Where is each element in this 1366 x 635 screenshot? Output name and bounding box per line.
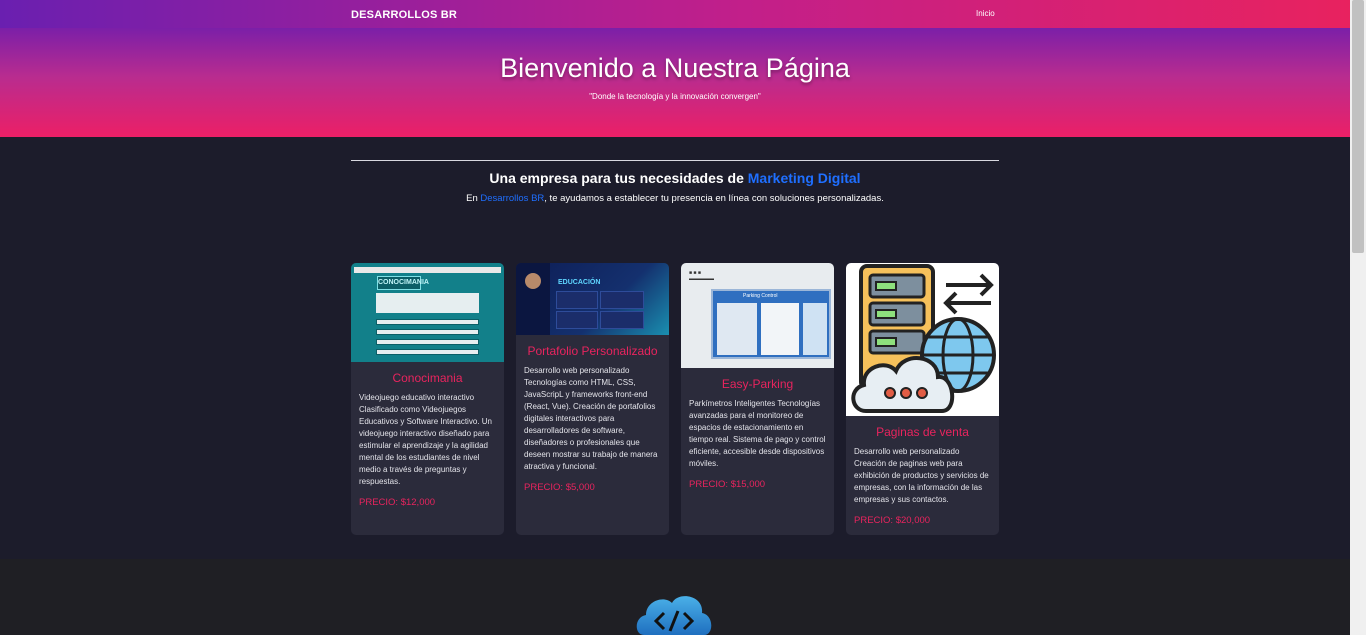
intro-heading: Una empresa para tus necesidades de Mark… — [351, 170, 999, 186]
card-price: PRECIO: $15,000 — [689, 479, 766, 490]
card-title: Portafolio Personalizado — [527, 344, 658, 358]
product-card-easy-parking[interactable]: ■ ■ ■ ▬▬▬▬▬ Parking Control Easy-Parking … — [681, 263, 834, 535]
game-logo-text: CONOCIMANIA — [377, 276, 429, 290]
intro-text-prefix: En — [466, 193, 481, 204]
card-description: Parkímetros Inteligentes Tecnologías ava… — [689, 399, 826, 468]
product-card-paginas-venta[interactable]: Paginas de venta Desarrollo web personal… — [846, 263, 999, 535]
card-price: PRECIO: $20,000 — [854, 515, 931, 526]
hero-title: Bienvenido a Nuestra Página — [500, 53, 850, 83]
game-screenshot-image: CONOCIMANIA — [351, 263, 504, 362]
intro-text-suffix: , te ayudamos a establecer tu presencia … — [544, 193, 884, 204]
parking-app-title: Parking Control — [743, 293, 778, 299]
intro-company-name: Desarrollos BR — [480, 193, 545, 204]
card-price: PRECIO: $5,000 — [524, 482, 595, 493]
portfolio-screenshot-image: EDUCACIÓN — [516, 263, 669, 335]
parking-screenshot-image: ■ ■ ■ ▬▬▬▬▬ Parking Control — [681, 263, 834, 368]
top-navbar: DESARROLLOS BR Inicio — [0, 0, 1350, 28]
card-title: Paginas de venta — [876, 425, 969, 439]
card-description: Videojuego educativo interactivo Clasifi… — [359, 393, 492, 486]
product-card-portafolio[interactable]: EDUCACIÓN Portafolio Personalizado Desar… — [516, 263, 669, 535]
intro-heading-text: Una empresa para tus necesidades de — [489, 170, 748, 186]
hero-subtitle: "Donde la tecnología y la innovación con… — [589, 92, 761, 101]
product-card-conocimania[interactable]: CONOCIMANIA Conocimania Videojuego educa… — [351, 263, 504, 535]
cloud-code-icon — [636, 596, 712, 635]
scrollbar-thumb[interactable] — [1352, 0, 1364, 253]
server-cloud-globe-icon — [846, 263, 999, 416]
hero-banner: Bienvenido a Nuestra Página "Donde la te… — [0, 28, 1350, 137]
nav-link-home[interactable]: Inicio — [976, 9, 995, 18]
edu-screenshot-title: EDUCACIÓN — [558, 279, 601, 286]
section-divider — [351, 160, 999, 161]
card-price: PRECIO: $12,000 — [359, 497, 436, 508]
card-description: Desarrollo web personalizado Creación de… — [854, 447, 989, 504]
card-description: Desarrollo web personalizado Tecnologías… — [524, 366, 658, 471]
brand-logo-text[interactable]: DESARROLLOS BR — [351, 9, 457, 21]
intro-heading-accent: Marketing Digital — [747, 170, 861, 186]
intro-paragraph: En Desarrollos BR, te ayudamos a estable… — [351, 193, 999, 204]
avatar — [525, 273, 541, 289]
parking-screenshot-header: ■ ■ ■ ▬▬▬▬▬ — [689, 270, 714, 282]
card-title: Easy-Parking — [721, 377, 794, 391]
card-title: Conocimania — [392, 371, 463, 385]
